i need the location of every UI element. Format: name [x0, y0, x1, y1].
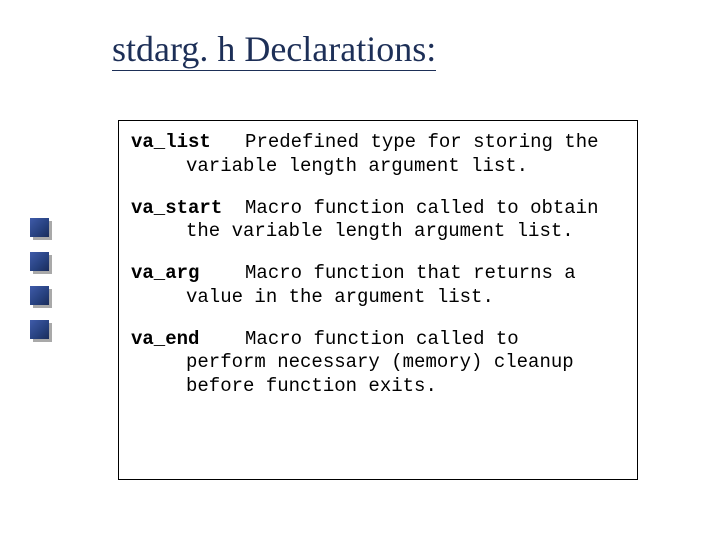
declaration-desc-line1: Macro function called to obtain	[245, 197, 598, 219]
decorative-bullets	[30, 218, 90, 354]
term-gap	[199, 328, 245, 350]
declaration-desc-line1: Macro function called to	[245, 328, 519, 350]
square-bullet-icon	[30, 218, 49, 237]
declaration-entry: va_end Macro function called to perform …	[131, 328, 625, 399]
declaration-term: va_end	[131, 328, 199, 350]
declaration-entry: va_arg Macro function that returns a val…	[131, 262, 625, 310]
term-gap	[222, 197, 245, 219]
declarations-box: va_list Predefined type for storing the …	[118, 120, 638, 480]
declaration-desc-rest: variable length argument list.	[131, 155, 625, 179]
declaration-term: va_start	[131, 197, 222, 219]
declaration-desc-line1: Macro function that returns a	[245, 262, 576, 284]
declaration-entry: va_start Macro function called to obtain…	[131, 197, 625, 245]
term-gap	[199, 262, 245, 284]
declaration-entry: va_list Predefined type for storing the …	[131, 131, 625, 179]
square-bullet-icon	[30, 320, 49, 339]
declaration-desc-rest: the variable length argument list.	[131, 220, 625, 244]
page-title: stdarg. h Declarations:	[112, 30, 436, 71]
term-gap	[211, 131, 245, 153]
square-bullet-icon	[30, 252, 49, 271]
declaration-desc-rest: value in the argument list.	[131, 286, 625, 310]
declaration-term: va_arg	[131, 262, 199, 284]
slide: stdarg. h Declarations: va_list Predefin…	[0, 0, 720, 540]
declaration-desc-rest: perform necessary (memory) cleanup befor…	[131, 351, 625, 399]
square-bullet-icon	[30, 286, 49, 305]
declaration-desc-line1: Predefined type for storing the	[245, 131, 598, 153]
declaration-term: va_list	[131, 131, 211, 153]
